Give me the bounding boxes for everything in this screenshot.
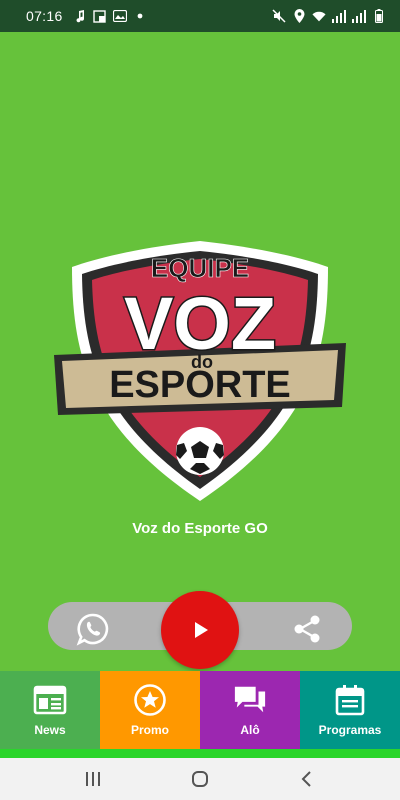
battery-icon [372,9,386,23]
logo-text-esporte: ESPORTE [109,364,291,406]
screenshot-icon [93,9,107,23]
whatsapp-button[interactable] [74,610,112,648]
recent-apps-button[interactable] [73,764,113,794]
station-logo: EQUIPE VOZ do ESPORTE [54,241,346,501]
whatsapp-icon [76,613,109,646]
tab-programas[interactable]: Programas [300,671,400,749]
status-time: 07:16 [26,8,63,24]
tab-alo-label: Alô [240,723,260,737]
news-icon [33,683,67,717]
share-button[interactable] [288,610,326,648]
home-button[interactable] [180,764,220,794]
status-left-icons [73,9,147,23]
tab-alo[interactable]: Alô [200,671,300,749]
signal-icon [352,9,366,23]
star-icon [133,683,167,717]
back-icon [301,771,311,787]
tab-news[interactable]: News [0,671,100,749]
status-right-icons [272,9,386,23]
music-note-icon [73,9,87,23]
tab-programas-label: Programas [318,723,382,737]
gallery-icon [112,9,127,23]
notification-dot-icon [133,9,147,23]
location-icon [292,9,306,23]
tab-promo-label: Promo [130,723,169,737]
station-title: Voz do Esporte GO [132,520,268,537]
chat-icon [233,683,267,717]
back-button[interactable] [287,764,327,794]
main-content: EQUIPE VOZ do ESPORTE Voz do Esporte GO [0,32,400,671]
play-button[interactable] [161,591,239,669]
status-bar: 07:16 [0,0,400,32]
mute-icon [272,9,286,23]
share-icon [294,615,320,643]
recent-apps-icon [86,772,101,786]
home-icon [191,771,208,787]
signal-icon [332,9,346,23]
bottom-nav: News Promo Alô Programas [0,671,400,749]
wifi-icon [312,9,326,23]
logo-text-equipe: EQUIPE [151,253,249,283]
tab-promo[interactable]: Promo [100,671,200,749]
system-nav-bar [0,758,400,800]
tab-news-label: News [34,723,66,737]
bottom-accent-strip [0,749,400,758]
play-icon [195,622,208,638]
calendar-icon [333,683,367,717]
